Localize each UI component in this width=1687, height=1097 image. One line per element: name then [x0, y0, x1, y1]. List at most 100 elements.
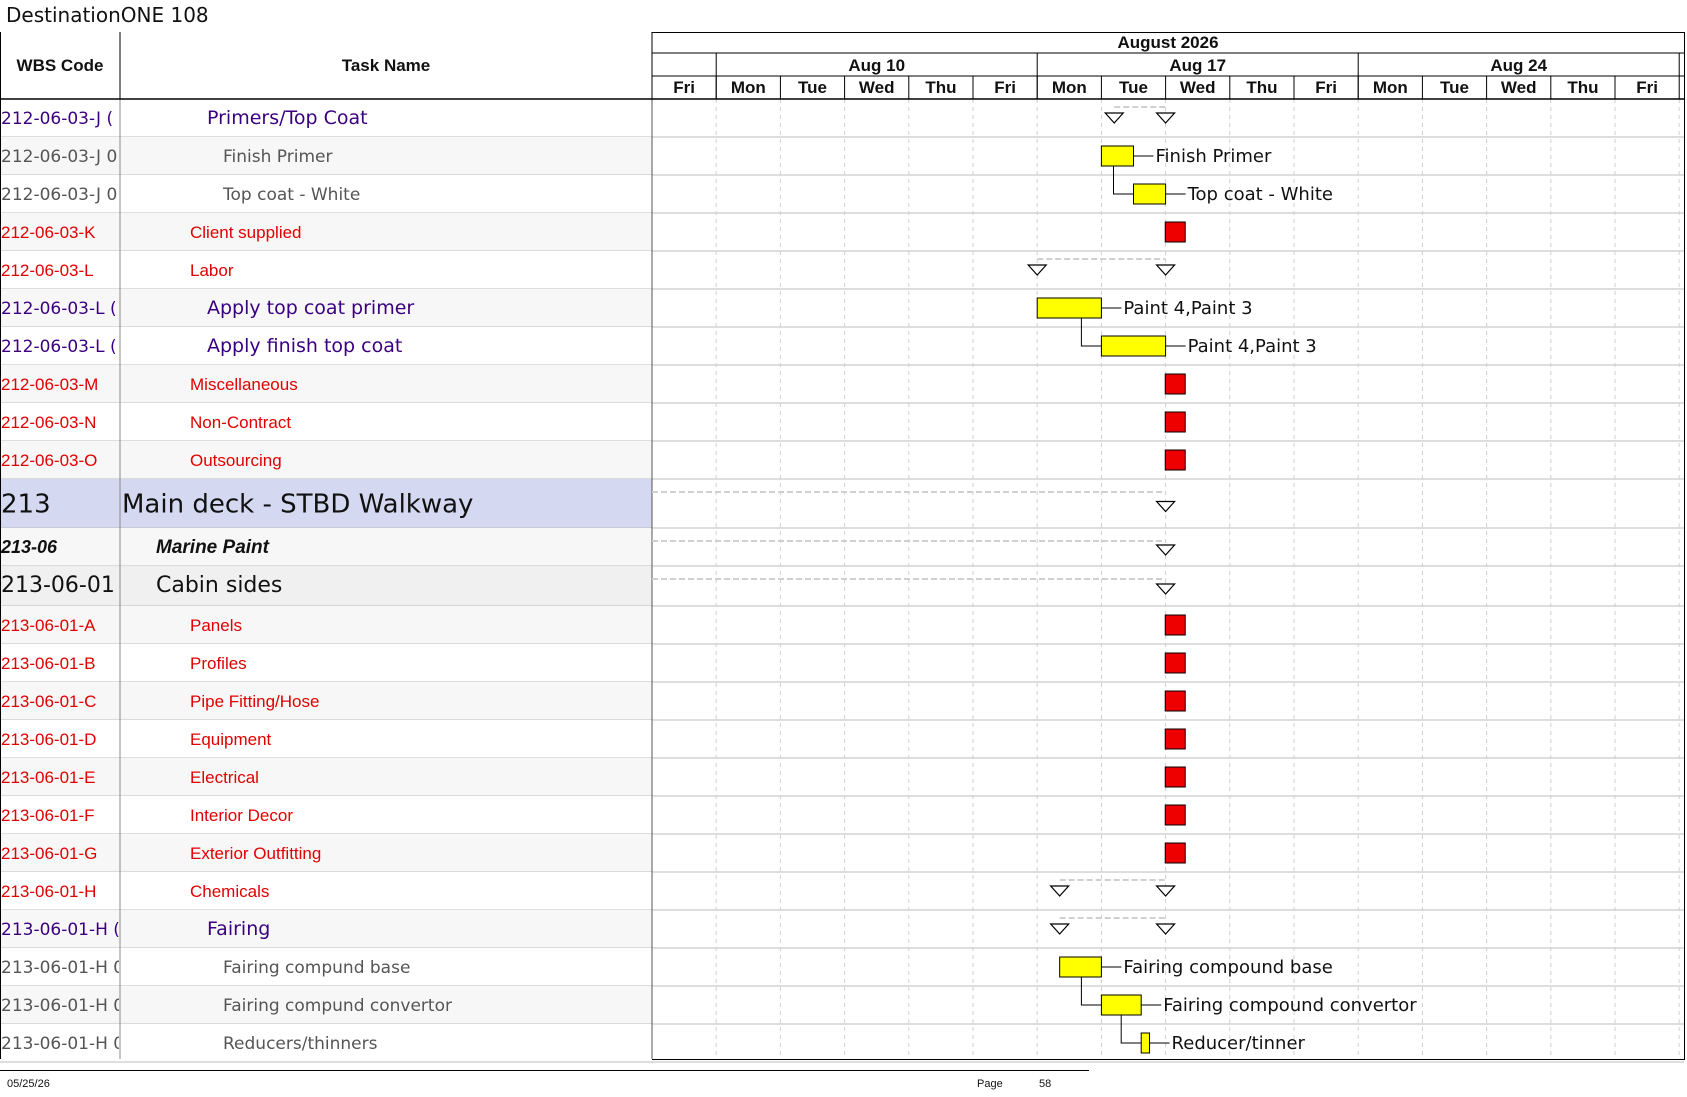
- bar-label: Paint 4,Paint 3: [1123, 298, 1252, 319]
- wbs-code: 213-06-01-H (: [1, 920, 120, 940]
- row-bg: [0, 441, 652, 479]
- dependency-link: [1120, 1015, 1142, 1044]
- task-name: Cabin sides: [156, 573, 282, 598]
- summary-end-marker[interactable]: [1155, 112, 1176, 124]
- milestone-marker[interactable]: [1164, 614, 1186, 636]
- wbs-code: 213-06-01-A: [1, 616, 96, 635]
- day-label: Wed: [859, 78, 895, 97]
- summary-end-marker[interactable]: [1155, 500, 1176, 513]
- row-bg: [0, 528, 652, 566]
- dependency-link: [1080, 318, 1102, 347]
- task-name: Interior Decor: [190, 806, 293, 825]
- task-bar[interactable]: [1133, 183, 1167, 205]
- summary-start-marker[interactable]: [1049, 885, 1071, 897]
- wbs-column-header: WBS Code: [17, 56, 104, 75]
- wbs-code: 212-06-03-O: [1, 451, 97, 470]
- summary-end-marker[interactable]: [1155, 885, 1176, 897]
- week-label: Aug 17: [1169, 56, 1226, 75]
- milestone-marker[interactable]: [1164, 449, 1186, 471]
- wbs-code: 213-06-01-G: [1, 844, 97, 863]
- row-bg: [0, 758, 652, 796]
- task-name: Equipment: [190, 730, 272, 749]
- task-name: Exterior Outfitting: [190, 844, 321, 863]
- task-name: Apply top coat primer: [207, 297, 414, 319]
- summary-start-marker[interactable]: [1049, 923, 1071, 935]
- wbs-code: 212-06-03-L (: [1, 299, 117, 319]
- task-bar[interactable]: [1100, 994, 1142, 1016]
- task-bar[interactable]: [1059, 956, 1102, 978]
- task-name: Miscellaneous: [190, 375, 298, 394]
- wbs-code: 213-06-01-H 01: [1, 958, 135, 978]
- footer-page-label: Page: [977, 1078, 1003, 1090]
- wbs-code: 212-06-03-J 01: [1, 147, 128, 167]
- wbs-code: 213-06-01-D: [1, 730, 96, 749]
- bar-label: Paint 4,Paint 3: [1188, 336, 1317, 357]
- milestone-marker[interactable]: [1164, 766, 1186, 788]
- week-label: Aug 10: [848, 56, 905, 75]
- row-bg: [0, 213, 652, 251]
- dependency-link: [1080, 977, 1102, 1006]
- wbs-code: 213: [1, 490, 51, 520]
- wbs-code: 213-06-01-H 01: [1, 996, 135, 1016]
- task-bar[interactable]: [1100, 145, 1135, 167]
- milestone-marker[interactable]: [1164, 221, 1186, 243]
- month-label: August 2026: [1117, 33, 1218, 52]
- task-name: Reducers/thinners: [223, 1034, 378, 1054]
- task-name: Non-Contract: [190, 413, 291, 432]
- task-bar[interactable]: [1100, 335, 1167, 357]
- task-name: Profiles: [190, 654, 247, 673]
- milestone-marker[interactable]: [1164, 728, 1186, 750]
- task-name: Primers/Top Coat: [207, 107, 368, 129]
- summary-start-marker[interactable]: [1103, 112, 1125, 124]
- week-label: Aug 24: [1490, 56, 1547, 75]
- wbs-code: 212-06-03-M: [1, 375, 98, 394]
- wbs-code: 213-06-01-H: [1, 882, 96, 901]
- wbs-code: 212-06-03-J 01: [1, 185, 128, 205]
- row-bg: [0, 606, 652, 644]
- day-label: Mon: [1373, 78, 1408, 97]
- wbs-code: 212-06-03-L (: [1, 337, 117, 357]
- summary-end-marker[interactable]: [1155, 544, 1176, 556]
- task-name: Fairing: [207, 918, 270, 940]
- wbs-code: 212-06-03-J (: [1, 109, 113, 129]
- day-label: Fri: [994, 78, 1016, 97]
- milestone-marker[interactable]: [1164, 411, 1186, 433]
- dependency-link: [1113, 166, 1134, 195]
- wbs-code: 213-06: [0, 537, 58, 557]
- task-bar[interactable]: [1140, 1032, 1151, 1054]
- wbs-code: 213-06-01-F: [1, 806, 95, 825]
- wbs-code: 213-06-01: [1, 573, 115, 598]
- task-name: Apply finish top coat: [207, 335, 402, 357]
- summary-end-marker[interactable]: [1155, 264, 1176, 276]
- footer-page-number: 58: [1039, 1078, 1052, 1090]
- bar-label: Top coat - White: [1187, 184, 1333, 205]
- row-bg: [0, 682, 652, 720]
- milestone-marker[interactable]: [1164, 842, 1186, 864]
- milestone-marker[interactable]: [1164, 690, 1186, 712]
- day-label: Tue: [1440, 78, 1469, 97]
- day-label: Thu: [1246, 78, 1277, 97]
- task-bar[interactable]: [1036, 297, 1102, 319]
- task-name: Pipe Fitting/Hose: [190, 692, 319, 711]
- row-bg: [0, 720, 652, 758]
- day-label: Tue: [798, 78, 827, 97]
- day-label: Thu: [925, 78, 956, 97]
- day-label: Fri: [1636, 78, 1658, 97]
- day-label: Tue: [1119, 78, 1148, 97]
- summary-start-marker[interactable]: [1026, 264, 1048, 276]
- row-bg: [0, 644, 652, 682]
- task-name: Electrical: [190, 768, 259, 787]
- task-name: Top coat - White: [222, 185, 360, 205]
- task-name: Panels: [190, 616, 242, 635]
- milestone-marker[interactable]: [1164, 373, 1186, 395]
- wbs-code: 212-06-03-L: [1, 261, 94, 280]
- task-name: Labor: [190, 261, 234, 280]
- milestone-marker[interactable]: [1164, 804, 1186, 826]
- wbs-code: 213-06-01-H 01: [1, 1034, 135, 1054]
- task-name: Fairing compund convertor: [223, 996, 452, 1016]
- summary-end-marker[interactable]: [1155, 923, 1176, 935]
- summary-end-marker[interactable]: [1155, 583, 1176, 595]
- day-label: Fri: [673, 78, 695, 97]
- day-label: Mon: [731, 78, 766, 97]
- milestone-marker[interactable]: [1164, 652, 1186, 674]
